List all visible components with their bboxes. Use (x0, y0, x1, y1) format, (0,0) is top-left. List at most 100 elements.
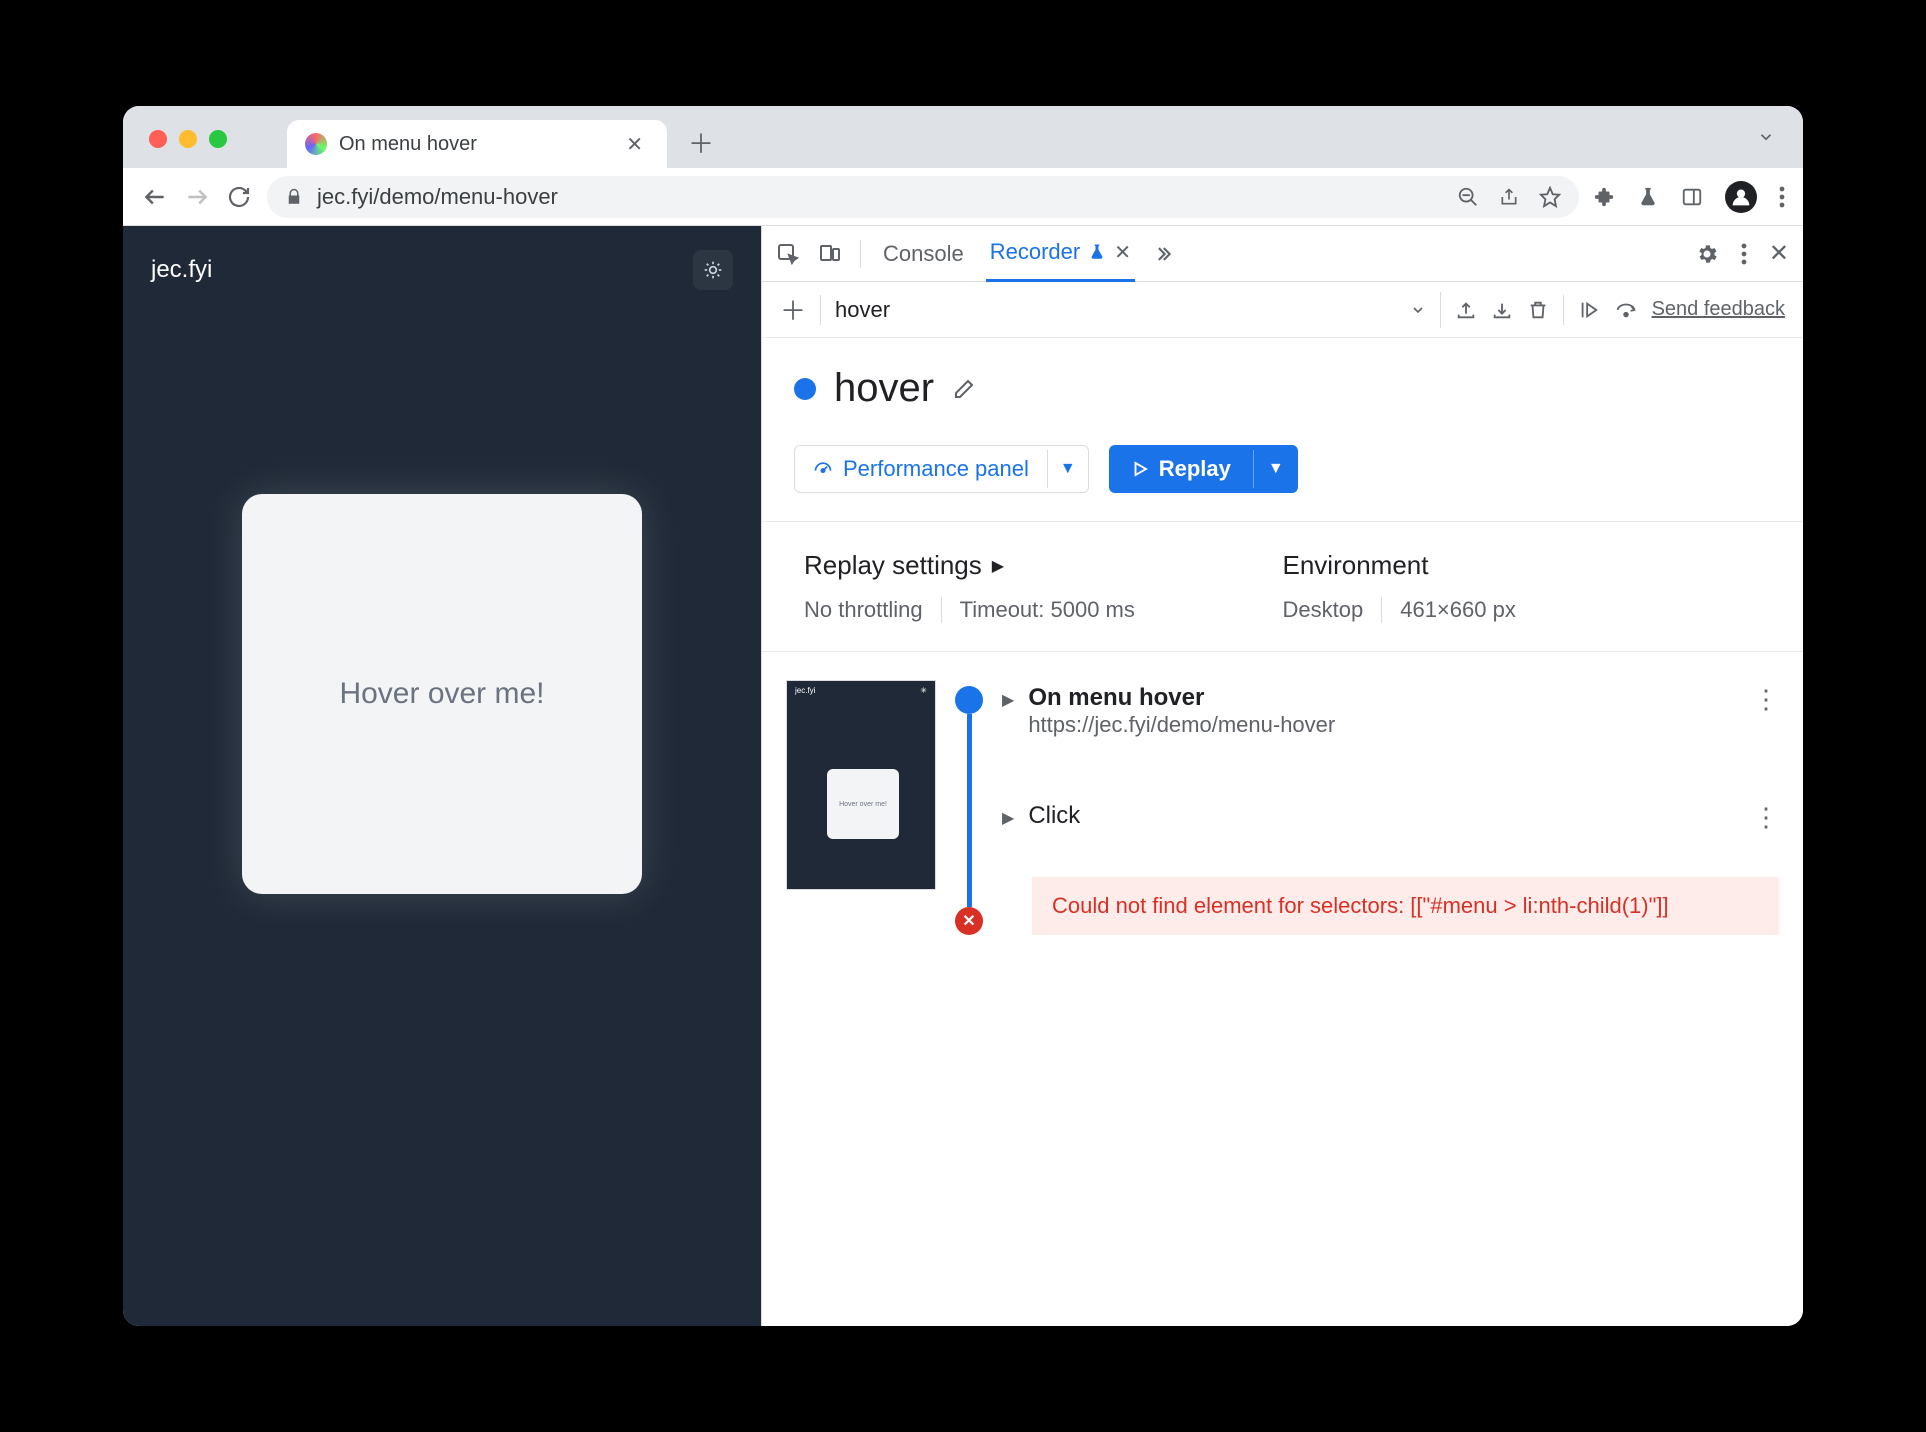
step-thumbnail: jec.fyi ✳ Hover over me! (786, 680, 936, 890)
tab-strip: On menu hover ✕ ＋ (123, 106, 1803, 168)
share-icon[interactable] (1499, 187, 1519, 207)
bookmark-star-icon[interactable] (1539, 186, 1561, 208)
url-field[interactable]: jec.fyi/demo/menu-hover (267, 176, 1579, 218)
timeline-error-dot: ✕ (955, 907, 983, 935)
steps-list: ▶ On menu hover https://jec.fyi/demo/men… (1002, 680, 1779, 935)
timeline-line (967, 714, 972, 907)
settings-gear-icon[interactable] (1695, 242, 1719, 266)
recording-status-dot (794, 378, 816, 400)
flask-icon[interactable] (1637, 186, 1659, 208)
sidepanel-icon[interactable] (1681, 186, 1703, 208)
maximize-window-button[interactable] (209, 130, 227, 148)
page-body: Hover over me! (123, 314, 761, 1326)
performance-panel-dropdown[interactable]: ▼ (1047, 450, 1088, 488)
address-actions (1457, 186, 1561, 208)
throttling-value: No throttling (804, 597, 923, 623)
play-icon (1131, 460, 1149, 478)
chevron-down-icon (1410, 302, 1426, 318)
forward-button[interactable] (183, 183, 211, 211)
steps-area: jec.fyi ✳ Hover over me! ✕ ▶ On menu hov… (762, 652, 1803, 963)
minimize-window-button[interactable] (179, 130, 197, 148)
gauge-icon (813, 459, 833, 479)
recording-name: hover (835, 297, 1398, 323)
device-toolbar-icon[interactable] (818, 242, 842, 266)
thumb-logo: jec.fyi (795, 686, 815, 695)
back-button[interactable] (141, 183, 169, 211)
devtools-panel: Console Recorder ✕ ✕ ＋ hover (761, 226, 1803, 1326)
expand-icon[interactable]: ▶ (1002, 690, 1014, 710)
divider (860, 240, 861, 268)
step-menu-icon[interactable]: ⋮ (1753, 802, 1779, 833)
devtools-tabs: Console Recorder ✕ ✕ (762, 226, 1803, 282)
recording-header: hover Performance panel ▼ Rep (762, 338, 1803, 522)
inspect-element-icon[interactable] (776, 242, 800, 266)
replay-settings-row: Replay settings ▶ No throttling Timeout:… (762, 522, 1803, 652)
recorder-toolbar: ＋ hover Send feedback (762, 282, 1803, 338)
continue-button[interactable] (1578, 299, 1600, 321)
thumb-theme-icon: ✳ (920, 686, 927, 695)
step-over-button[interactable] (1614, 299, 1638, 321)
flask-icon (1088, 243, 1106, 261)
divider (1563, 295, 1564, 325)
lock-icon (285, 188, 303, 206)
browser-menu-icon[interactable] (1779, 186, 1785, 208)
page-viewport: jec.fyi Hover over me! (123, 226, 761, 1326)
step-menu-icon[interactable]: ⋮ (1753, 684, 1779, 715)
environment-label: Environment (1283, 550, 1762, 581)
address-bar: jec.fyi/demo/menu-hover (123, 168, 1803, 226)
content-area: jec.fyi Hover over me! Console Recorder … (123, 226, 1803, 1326)
tab-title: On menu hover (339, 133, 608, 156)
step-error-message: Could not find element for selectors: [[… (1032, 877, 1779, 935)
reload-button[interactable] (225, 183, 253, 211)
tab-console[interactable]: Console (879, 227, 968, 281)
step-click[interactable]: ▶ Click ⋮ (1002, 798, 1779, 837)
theme-toggle-button[interactable] (693, 250, 733, 290)
browser-toolbar-icons (1593, 181, 1785, 213)
divider (1381, 597, 1382, 623)
performance-panel-button[interactable]: Performance panel ▼ (794, 445, 1089, 493)
device-value: Desktop (1283, 597, 1364, 623)
step-url: https://jec.fyi/demo/menu-hover (1028, 712, 1335, 738)
replay-label: Replay (1159, 456, 1231, 482)
viewport-value: 461×660 px (1400, 597, 1516, 623)
tab-close-button[interactable]: ✕ (620, 130, 649, 159)
timeline-start-dot (955, 686, 983, 714)
expand-icon[interactable]: ▶ (1002, 808, 1014, 828)
delete-button[interactable] (1527, 299, 1549, 321)
devtools-menu-icon[interactable] (1741, 243, 1747, 265)
export-button[interactable] (1455, 299, 1477, 321)
hover-card[interactable]: Hover over me! (242, 494, 642, 894)
divider (820, 295, 821, 325)
replay-settings-toggle[interactable]: Replay settings ▶ (804, 550, 1283, 581)
new-recording-button[interactable]: ＋ (780, 291, 806, 328)
import-button[interactable] (1491, 299, 1513, 321)
timeout-value: Timeout: 5000 ms (960, 597, 1135, 623)
recording-selector[interactable]: hover (835, 292, 1441, 328)
extensions-icon[interactable] (1593, 186, 1615, 208)
browser-tab[interactable]: On menu hover ✕ (287, 120, 667, 168)
replay-dropdown[interactable]: ▼ (1253, 450, 1298, 488)
tab-recorder-label: Recorder (990, 239, 1080, 265)
url-text: jec.fyi/demo/menu-hover (317, 184, 558, 210)
favicon-icon (305, 133, 327, 155)
tab-list-dropdown[interactable] (1757, 128, 1775, 146)
more-tabs-icon[interactable] (1153, 244, 1173, 264)
devtools-close-icon[interactable]: ✕ (1769, 239, 1789, 268)
replay-button[interactable]: Replay ▼ (1109, 445, 1298, 493)
performance-panel-label: Performance panel (843, 456, 1029, 482)
profile-avatar[interactable] (1725, 181, 1757, 213)
new-tab-button[interactable]: ＋ (685, 126, 717, 158)
thumb-card: Hover over me! (827, 769, 899, 839)
timeline: ✕ (954, 680, 984, 935)
window-controls (149, 130, 227, 148)
page-header: jec.fyi (123, 226, 761, 314)
page-logo: jec.fyi (151, 256, 212, 284)
edit-title-button[interactable] (952, 377, 976, 401)
tab-recorder[interactable]: Recorder ✕ (986, 226, 1135, 282)
close-window-button[interactable] (149, 130, 167, 148)
step-navigate[interactable]: ▶ On menu hover https://jec.fyi/demo/men… (1002, 680, 1779, 742)
send-feedback-link[interactable]: Send feedback (1652, 298, 1785, 321)
zoom-icon[interactable] (1457, 186, 1479, 208)
tab-recorder-close[interactable]: ✕ (1114, 240, 1131, 265)
step-title: Click (1028, 802, 1080, 830)
